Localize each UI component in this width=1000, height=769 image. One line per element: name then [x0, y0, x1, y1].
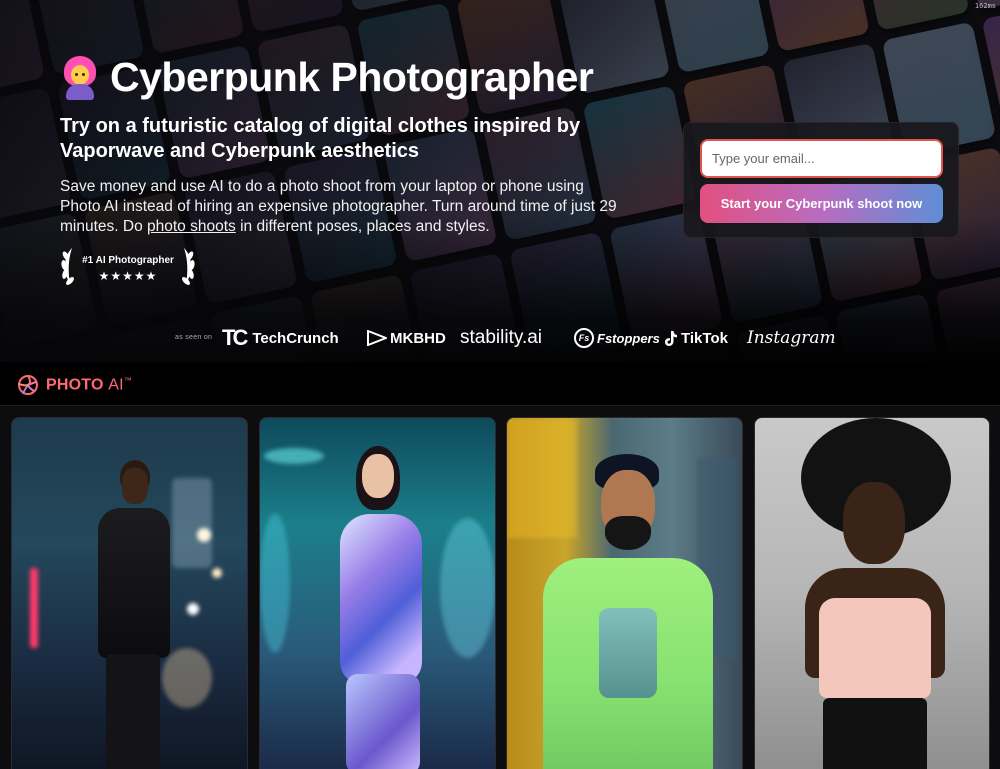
page-title: Cyberpunk Photographer — [110, 54, 594, 100]
email-input[interactable] — [700, 139, 943, 178]
as-seen-on-label: as seen on — [175, 334, 213, 341]
hero-description: Save money and use AI to do a photo shoo… — [60, 177, 620, 237]
title-row: Cyberpunk Photographer — [62, 54, 594, 101]
signup-card: Start your Cyberpunk shoot now — [683, 122, 959, 238]
cyberpunk-person-icon — [62, 55, 98, 100]
award-label: #1 AI Photographer — [82, 255, 174, 266]
photo-gallery — [0, 406, 1000, 769]
stability-logo: stability.ai — [460, 327, 543, 348]
laurel-wreath-icon — [61, 248, 195, 285]
hero-section: 162ms Cyberpunk Photographer Try on a fu… — [0, 0, 1000, 362]
instagram-logo: Instagram — [747, 328, 836, 348]
tiktok-logo: TikTok — [664, 326, 728, 350]
brand-bar: PHOTO AI™ — [0, 362, 1000, 406]
gallery-photo[interactable] — [506, 417, 743, 769]
award-badge: #1 AI Photographer ★★★★★ — [58, 244, 198, 290]
tiktok-icon — [665, 330, 677, 346]
star-rating: ★★★★★ — [98, 269, 158, 283]
photo-ai-home-link[interactable]: PHOTO AI™ — [17, 374, 132, 396]
press-logos-row: as seen on TC TechCrunch MKBHD stability.… — [0, 318, 1000, 358]
brand-name: PHOTO AI™ — [46, 375, 132, 394]
render-timing: 162ms — [974, 2, 996, 10]
fstoppers-logo: Fs Fstoppers — [574, 326, 660, 350]
gallery-photo[interactable] — [11, 417, 248, 769]
mkbhd-logo: MKBHD — [367, 326, 446, 350]
page-subtitle: Try on a futuristic catalog of digital c… — [60, 115, 581, 162]
gallery-photo[interactable] — [259, 417, 496, 769]
techcrunch-logo: TC TechCrunch — [222, 325, 339, 350]
gallery-photo[interactable] — [754, 417, 990, 769]
mkbhd-icon — [367, 330, 387, 346]
start-shoot-button[interactable]: Start your Cyberpunk shoot now — [700, 184, 943, 223]
photo-shoots-link[interactable]: photo shoots — [147, 218, 236, 235]
photo-ai-aperture-icon — [18, 375, 38, 395]
description-text-end: in different poses, places and styles. — [235, 218, 490, 235]
